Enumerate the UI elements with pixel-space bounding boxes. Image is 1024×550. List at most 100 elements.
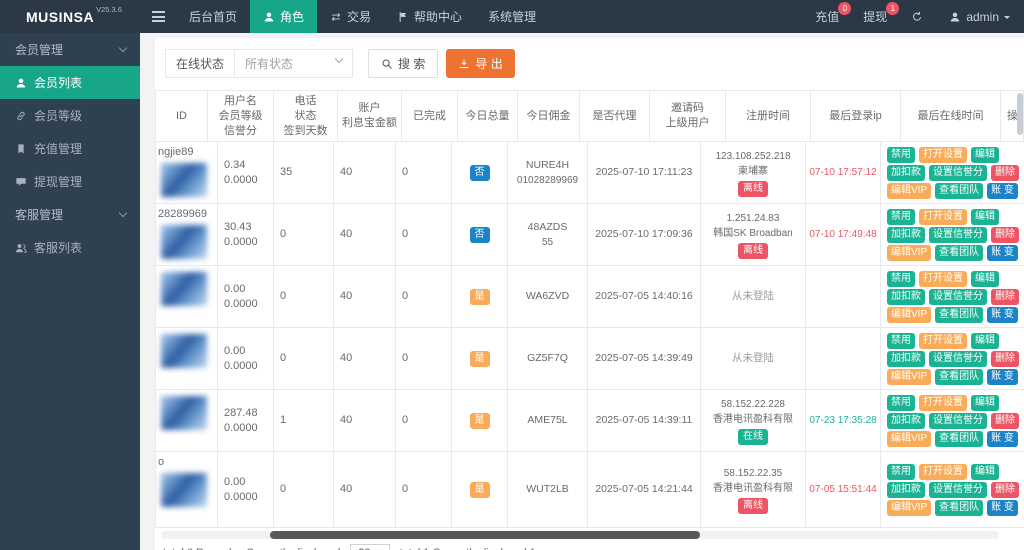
cell-level-credit: 0.00 0.0000 bbox=[218, 328, 274, 389]
refresh-button[interactable] bbox=[899, 0, 935, 33]
action-button-disable[interactable]: 禁用 bbox=[887, 332, 915, 349]
sidebar-group-member-management[interactable]: 会员管理 bbox=[0, 33, 140, 66]
action-button-edit[interactable]: 编辑 bbox=[971, 270, 999, 287]
sidebar-item-member-level[interactable]: 会员等级 bbox=[0, 99, 140, 132]
horizontal-scrollbar-thumb[interactable] bbox=[270, 531, 700, 539]
nav-item-role[interactable]: 角色 bbox=[250, 0, 318, 33]
vertical-scrollbar-thumb[interactable] bbox=[1017, 93, 1023, 135]
nav-item-help-center[interactable]: 帮助中心 bbox=[384, 0, 475, 33]
cell-level-credit: 0.34 0.0000 bbox=[218, 142, 274, 203]
action-button-open-settings[interactable]: 打开设置 bbox=[919, 208, 967, 225]
action-button-set-credit-score[interactable]: 设置信誉分 bbox=[929, 481, 987, 498]
export-button[interactable]: 导 出 bbox=[446, 49, 515, 78]
action-button-set-credit-score[interactable]: 设置信誉分 bbox=[929, 288, 987, 305]
hamburger-menu-button[interactable] bbox=[140, 0, 176, 33]
status-select[interactable]: 所有状态 bbox=[235, 49, 354, 78]
action-button-edit[interactable]: 编辑 bbox=[971, 208, 999, 225]
bookmark-icon bbox=[15, 143, 27, 155]
action-button-balance-change[interactable]: 账 变 bbox=[987, 244, 1018, 261]
sidebar-item-member-list[interactable]: 会员列表 bbox=[0, 66, 140, 99]
action-button-edit[interactable]: 编辑 bbox=[971, 394, 999, 411]
action-button-disable[interactable]: 禁用 bbox=[887, 208, 915, 225]
action-button-add-deduct-money[interactable]: 加扣款 bbox=[887, 164, 925, 181]
sidebar-item-recharge-management[interactable]: 充值管理 bbox=[0, 132, 140, 165]
status-filter-label: 在线状态 bbox=[165, 49, 236, 78]
action-button-open-settings[interactable]: 打开设置 bbox=[919, 146, 967, 163]
header-line: 签到天数 bbox=[283, 124, 328, 137]
action-button-view-team[interactable]: 查看团队 bbox=[935, 182, 984, 199]
cell-phone-signin: 0 bbox=[274, 204, 334, 265]
action-button-set-credit-score[interactable]: 设置信誉分 bbox=[929, 164, 987, 181]
action-button-disable[interactable]: 禁用 bbox=[887, 394, 915, 411]
nav-item-trade[interactable]: 交易 bbox=[317, 0, 384, 33]
search-button[interactable]: 搜 索 bbox=[368, 49, 439, 78]
recharge-button[interactable]: 充值 0 bbox=[803, 0, 852, 33]
action-button-add-deduct-money[interactable]: 加扣款 bbox=[887, 481, 925, 498]
action-button-edit-vip[interactable]: 编辑VIP bbox=[887, 430, 932, 447]
table-row: 287.48 0.0000 1 40 0 是 AME75L 2025-07-05 14:39:… bbox=[155, 390, 1024, 452]
action-button-set-credit-score[interactable]: 设置信誉分 bbox=[929, 412, 987, 429]
header-cell-id: ID bbox=[156, 91, 208, 141]
action-button-set-credit-score[interactable]: 设置信誉分 bbox=[929, 350, 987, 367]
nav-item-label: 帮助中心 bbox=[414, 10, 463, 24]
action-button-delete[interactable]: 删除 bbox=[991, 164, 1019, 181]
action-button-set-credit-score[interactable]: 设置信誉分 bbox=[929, 226, 987, 243]
withdraw-button[interactable]: 提现 1 bbox=[851, 0, 900, 33]
action-button-view-team[interactable]: 查看团队 bbox=[935, 499, 984, 516]
cell-actions: 禁用 打开设置 编辑加扣款 设置信誉分 删除编辑VIP 查看团队账 变 bbox=[881, 452, 1024, 527]
action-button-edit[interactable]: 编辑 bbox=[971, 463, 999, 480]
cell-actions: 禁用 打开设置 编辑加扣款 设置信誉分 删除编辑VIP 查看团队账 变 bbox=[881, 142, 1024, 203]
user-avatar-blurred bbox=[161, 473, 207, 507]
action-button-open-settings[interactable]: 打开设置 bbox=[919, 463, 967, 480]
action-button-edit-vip[interactable]: 编辑VIP bbox=[887, 499, 932, 516]
action-button-add-deduct-money[interactable]: 加扣款 bbox=[887, 350, 925, 367]
action-button-balance-change[interactable]: 账 变 bbox=[987, 368, 1018, 385]
invite-code-value: 48AZDS bbox=[527, 220, 568, 233]
action-button-open-settings[interactable]: 打开设置 bbox=[919, 394, 967, 411]
action-button-view-team[interactable]: 查看团队 bbox=[935, 306, 984, 323]
action-button-delete[interactable]: 删除 bbox=[991, 350, 1019, 367]
signin-days-value: 0 bbox=[280, 352, 287, 364]
cell-completed: 0 bbox=[396, 266, 452, 327]
sidebar-item-support-list[interactable]: 客服列表 bbox=[0, 231, 140, 264]
completed-value: 0 bbox=[402, 414, 409, 426]
action-button-edit-vip[interactable]: 编辑VIP bbox=[887, 306, 932, 323]
header-line: ID bbox=[176, 109, 187, 122]
ip-location-value: 韩国SK Broadban bbox=[713, 227, 793, 239]
action-button-disable[interactable]: 禁用 bbox=[887, 270, 915, 287]
cell-last-login-ip: 1.251.24.83 韩国SK Broadban 离线 bbox=[701, 204, 806, 265]
action-button-balance-change[interactable]: 账 变 bbox=[987, 430, 1018, 447]
action-button-edit-vip[interactable]: 编辑VIP bbox=[887, 368, 932, 385]
action-button-edit[interactable]: 编辑 bbox=[971, 332, 999, 349]
cell-is-agent: 是 bbox=[452, 266, 508, 327]
action-button-view-team[interactable]: 查看团队 bbox=[935, 244, 984, 261]
admin-menu[interactable]: admin bbox=[935, 0, 1024, 33]
action-button-delete[interactable]: 删除 bbox=[991, 481, 1019, 498]
action-button-view-team[interactable]: 查看团队 bbox=[935, 430, 984, 447]
sidebar-group-support-management[interactable]: 客服管理 bbox=[0, 198, 140, 231]
action-button-edit-vip[interactable]: 编辑VIP bbox=[887, 244, 932, 261]
sidebar-item-withdraw-management[interactable]: 提现管理 bbox=[0, 165, 140, 198]
action-button-disable[interactable]: 禁用 bbox=[887, 463, 915, 480]
action-button-balance-change[interactable]: 账 变 bbox=[987, 499, 1018, 516]
action-button-delete[interactable]: 删除 bbox=[991, 288, 1019, 305]
action-button-balance-change[interactable]: 账 变 bbox=[987, 306, 1018, 323]
action-button-add-deduct-money[interactable]: 加扣款 bbox=[887, 412, 925, 429]
nav-item-system[interactable]: 系统管理 bbox=[475, 0, 549, 33]
action-button-add-deduct-money[interactable]: 加扣款 bbox=[887, 288, 925, 305]
action-button-edit-vip[interactable]: 编辑VIP bbox=[887, 182, 932, 199]
page-size-select[interactable]: 20 bbox=[350, 544, 390, 550]
cell-register-time: 2025-07-05 14:40:16 bbox=[588, 266, 701, 327]
action-button-open-settings[interactable]: 打开设置 bbox=[919, 270, 967, 287]
action-button-delete[interactable]: 删除 bbox=[991, 226, 1019, 243]
action-button-delete[interactable]: 删除 bbox=[991, 412, 1019, 429]
nav-item-dashboard[interactable]: 后台首页 bbox=[176, 0, 250, 33]
action-button-edit[interactable]: 编辑 bbox=[971, 146, 999, 163]
register-time-value: 2025-07-05 14:39:49 bbox=[595, 352, 693, 364]
action-button-disable[interactable]: 禁用 bbox=[887, 146, 915, 163]
action-button-open-settings[interactable]: 打开设置 bbox=[919, 332, 967, 349]
member-level-value: 287.48 bbox=[224, 406, 258, 419]
action-button-add-deduct-money[interactable]: 加扣款 bbox=[887, 226, 925, 243]
action-button-balance-change[interactable]: 账 变 bbox=[987, 182, 1018, 199]
action-button-view-team[interactable]: 查看团队 bbox=[935, 368, 984, 385]
